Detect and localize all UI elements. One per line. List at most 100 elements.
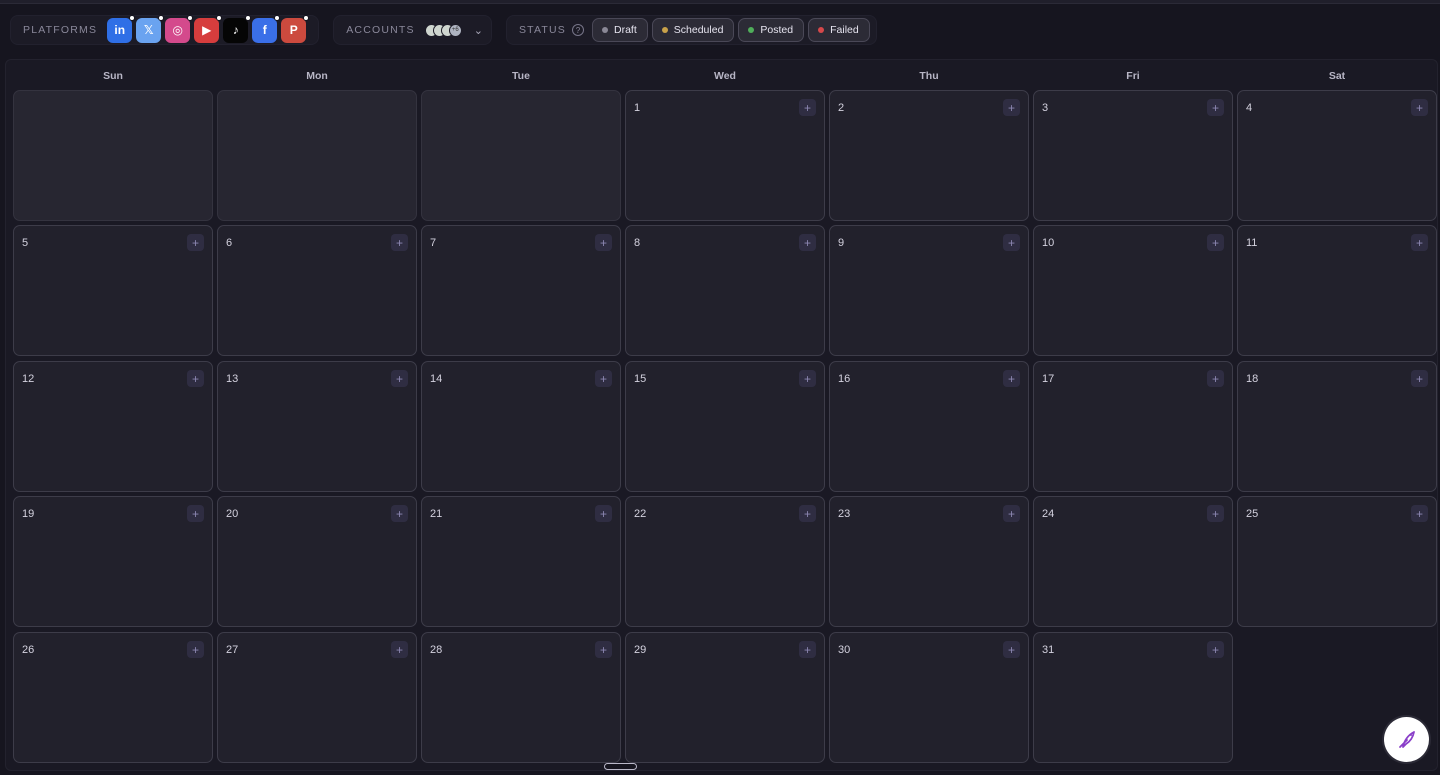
day-cell[interactable]: 26 +	[13, 632, 213, 763]
day-cell[interactable]: 5 +	[13, 225, 213, 356]
day-cell[interactable]: 27 +	[217, 632, 417, 763]
chevron-down-icon: ⌄	[473, 24, 483, 37]
status-failed-button[interactable]: Failed	[808, 18, 870, 42]
day-cell[interactable]: 10 +	[1033, 225, 1233, 356]
day-cell[interactable]: 13 +	[217, 361, 417, 492]
day-cell[interactable]: 17 +	[1033, 361, 1233, 492]
day-cell[interactable]: 16 +	[829, 361, 1029, 492]
day-number: 30	[838, 644, 851, 656]
add-post-button[interactable]: +	[1003, 234, 1020, 251]
day-cell[interactable]: 9 +	[829, 225, 1029, 356]
filter-toolbar: PLATFORMS in 𝕏 ◎ ▶ ♪ f P ACCOUNTS +6 ⌄ STATUS …	[10, 10, 1434, 50]
day-number: 21	[430, 508, 443, 520]
add-post-button[interactable]: +	[799, 505, 816, 522]
day-cell[interactable]: 14 +	[421, 361, 621, 492]
day-cell[interactable]: 11 +	[1237, 225, 1437, 356]
add-post-button[interactable]: +	[187, 234, 204, 251]
add-post-button[interactable]: +	[1411, 234, 1428, 251]
day-cell[interactable]: 4 +	[1237, 90, 1437, 221]
selected-indicator	[274, 14, 281, 21]
status-dot	[748, 27, 755, 33]
youtube-icon[interactable]: ▶	[194, 14, 223, 43]
status-label: Failed	[830, 24, 859, 36]
assistant-button[interactable]	[1384, 717, 1429, 762]
add-post-button[interactable]: +	[1003, 99, 1020, 116]
day-number: 1	[634, 102, 641, 114]
day-cell[interactable]: 6 +	[217, 225, 417, 356]
day-number: 3	[1042, 102, 1049, 114]
help-icon[interactable]: ?	[572, 24, 585, 36]
day-cell[interactable]: 21 +	[421, 496, 621, 627]
day-cell[interactable]: 1 +	[625, 90, 825, 221]
add-post-button[interactable]: +	[1003, 641, 1020, 658]
platforms-filter: PLATFORMS in 𝕏 ◎ ▶ ♪ f P	[10, 14, 320, 45]
add-post-button[interactable]: +	[1003, 505, 1020, 522]
weekday-header: Sun	[103, 70, 123, 82]
add-post-button[interactable]: +	[799, 641, 816, 658]
add-post-button[interactable]: +	[595, 234, 612, 251]
month-calendar: Sun Mon Tue Wed Thu Fri Sat 1 +2 +3 +4 +5 +6 +7 +8 +9 +1…	[5, 59, 1438, 771]
add-post-button[interactable]: +	[1411, 99, 1428, 116]
day-cell[interactable]: 12 +	[13, 361, 213, 492]
accounts-label: ACCOUNTS	[346, 24, 415, 36]
facebook-icon[interactable]: f	[252, 14, 281, 43]
day-cell[interactable]: 15 +	[625, 361, 825, 492]
status-draft-button[interactable]: Draft	[592, 18, 648, 42]
day-number: 10	[1042, 237, 1055, 249]
add-post-button[interactable]: +	[595, 370, 612, 387]
day-cell[interactable]: 20 +	[217, 496, 417, 627]
day-cell[interactable]: 18 +	[1237, 361, 1437, 492]
add-post-button[interactable]: +	[1207, 641, 1224, 658]
day-cell[interactable]: 25 +	[1237, 496, 1437, 627]
day-cell[interactable]: 28 +	[421, 632, 621, 763]
pinterest-icon[interactable]: P	[281, 14, 310, 43]
day-number: 16	[838, 373, 851, 385]
add-post-button[interactable]: +	[1207, 505, 1224, 522]
add-post-button[interactable]: +	[799, 234, 816, 251]
day-cell[interactable]: 22 +	[625, 496, 825, 627]
day-cell[interactable]: 7 +	[421, 225, 621, 356]
add-post-button[interactable]: +	[799, 99, 816, 116]
add-post-button[interactable]: +	[187, 370, 204, 387]
add-post-button[interactable]: +	[391, 505, 408, 522]
day-number: 2	[838, 102, 845, 114]
add-post-button[interactable]: +	[391, 641, 408, 658]
day-number: 4	[1246, 102, 1253, 114]
day-number: 13	[226, 373, 239, 385]
accounts-filter[interactable]: ACCOUNTS +6 ⌄	[333, 15, 492, 45]
linkedin-icon[interactable]: in	[107, 14, 136, 43]
resize-handle[interactable]	[604, 763, 637, 770]
add-post-button[interactable]: +	[187, 505, 204, 522]
add-post-button[interactable]: +	[1411, 505, 1428, 522]
day-cell[interactable]: 2 +	[829, 90, 1029, 221]
add-post-button[interactable]: +	[1411, 370, 1428, 387]
tiktok-icon[interactable]: ♪	[223, 14, 252, 43]
weekday-header: Mon	[306, 70, 328, 82]
status-scheduled-button[interactable]: Scheduled	[651, 18, 735, 42]
x-icon[interactable]: 𝕏	[136, 14, 165, 43]
add-post-button[interactable]: +	[391, 370, 408, 387]
add-post-button[interactable]: +	[1003, 370, 1020, 387]
day-cell[interactable]: 8 +	[625, 225, 825, 356]
day-cell[interactable]: 30 +	[829, 632, 1029, 763]
instagram-icon[interactable]: ◎	[165, 14, 194, 43]
status-label: Scheduled	[673, 24, 724, 36]
add-post-button[interactable]: +	[799, 370, 816, 387]
add-post-button[interactable]: +	[187, 641, 204, 658]
day-cell[interactable]: 23 +	[829, 496, 1029, 627]
empty-day-cell	[421, 90, 621, 221]
add-post-button[interactable]: +	[595, 641, 612, 658]
day-cell[interactable]: 31 +	[1033, 632, 1233, 763]
day-cell[interactable]: 29 +	[625, 632, 825, 763]
status-posted-button[interactable]: Posted	[738, 18, 805, 42]
status-dot	[818, 27, 825, 33]
day-cell[interactable]: 19 +	[13, 496, 213, 627]
add-post-button[interactable]: +	[595, 505, 612, 522]
add-post-button[interactable]: +	[391, 234, 408, 251]
day-cell[interactable]: 3 +	[1033, 90, 1233, 221]
add-post-button[interactable]: +	[1207, 99, 1224, 116]
add-post-button[interactable]: +	[1207, 370, 1224, 387]
day-cell[interactable]: 24 +	[1033, 496, 1233, 627]
add-post-button[interactable]: +	[1207, 234, 1224, 251]
day-number: 11	[1246, 237, 1258, 249]
